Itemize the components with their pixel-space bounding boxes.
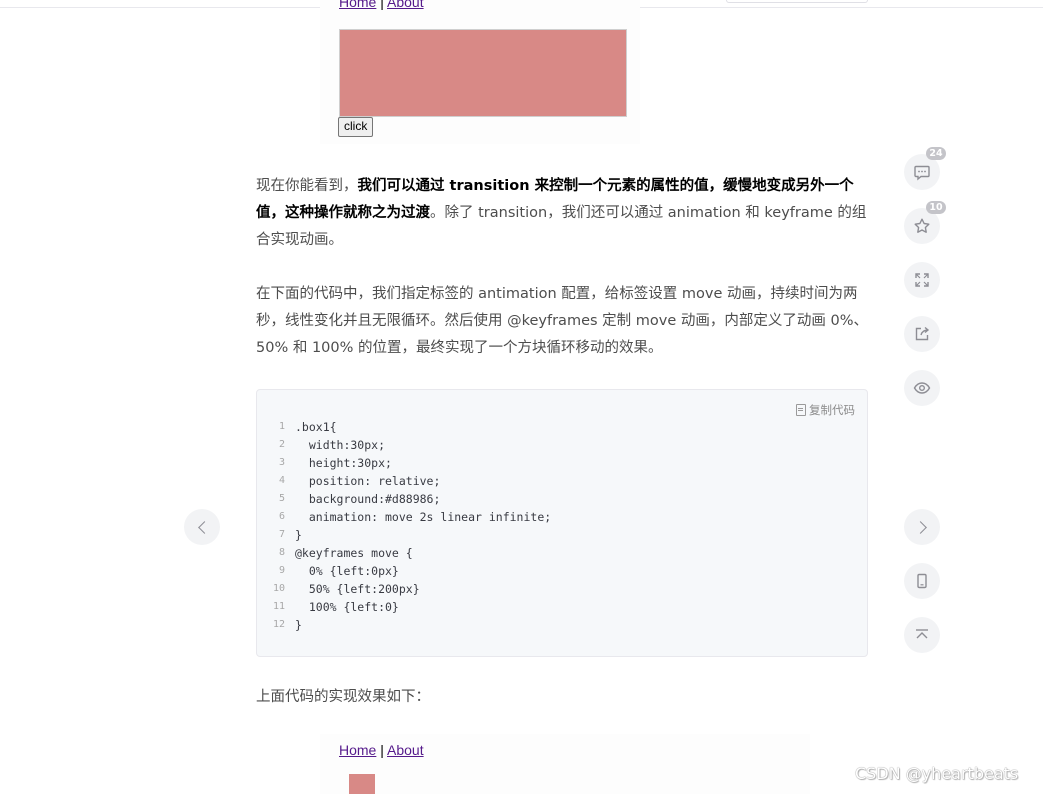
line-number: 5 xyxy=(278,493,285,504)
code-line: 5 background:#d88986; xyxy=(257,490,551,508)
mobile-icon xyxy=(917,573,927,589)
code-text: animation: move 2s linear infinite; xyxy=(295,510,552,524)
code-line: 3 height:30px; xyxy=(257,454,551,472)
code-text: height:30px; xyxy=(295,456,392,470)
article-paragraph-1: 现在你能看到，我们可以通过 transition 来控制一个元素的属性的值，缓慢… xyxy=(256,173,868,254)
demo-about-link[interactable]: About xyxy=(387,0,424,10)
code-line: 11 100% {left:0} xyxy=(257,598,551,616)
line-number: 2 xyxy=(278,439,285,450)
share-icon xyxy=(915,326,930,341)
reading-mode-button[interactable] xyxy=(904,370,940,406)
code-line: 6 animation: move 2s linear infinite; xyxy=(257,508,551,526)
code-text: 50% {left:200px} xyxy=(295,582,420,596)
code-lines: 1 .box1{2 width:30px; 3 height:30px; 4 posi… xyxy=(257,418,551,634)
code-line: 10 50% {left:200px} xyxy=(257,580,551,598)
line-number: 6 xyxy=(278,511,285,522)
demo-home-link[interactable]: Home xyxy=(339,0,376,10)
demo-animated-box xyxy=(339,29,627,117)
demo-nav-separator: | xyxy=(380,742,384,758)
back-to-top-button[interactable] xyxy=(904,617,940,653)
code-text: width:30px; xyxy=(295,438,386,452)
code-text: @keyframes move { xyxy=(295,546,413,560)
code-text: background:#d88986; xyxy=(295,492,441,506)
line-number: 11 xyxy=(272,601,285,612)
code-text: } xyxy=(295,528,302,542)
comment-icon xyxy=(914,165,930,181)
demo-nav-separator: | xyxy=(380,0,384,10)
line-number: 1 xyxy=(278,421,285,432)
code-text: } xyxy=(295,618,302,632)
code-line: 8 @keyframes move { xyxy=(257,544,551,562)
csdn-watermark: CSDN @yheartbeats xyxy=(855,764,1019,783)
star-icon xyxy=(914,218,930,233)
demo-nav: Home | About xyxy=(339,742,424,758)
copy-icon xyxy=(796,404,806,416)
favorite-count-badge: 10 xyxy=(926,201,946,214)
demo-about-link[interactable]: About xyxy=(387,742,424,758)
code-line: 9 0% {left:0px} xyxy=(257,562,551,580)
code-text: 100% {left:0} xyxy=(295,600,399,614)
next-arrow-button[interactable] xyxy=(904,509,940,545)
p1-lead: 现在你能看到， xyxy=(256,178,358,194)
favorite-button[interactable]: 10 xyxy=(904,201,946,244)
expand-icon xyxy=(915,273,929,287)
line-number: 3 xyxy=(278,457,285,468)
demo-screenshot-animation: Home | About xyxy=(320,734,810,794)
eye-icon xyxy=(913,382,931,394)
copy-code-button[interactable]: 复制代码 xyxy=(796,402,855,418)
line-number: 8 xyxy=(278,547,285,558)
comment-count-badge: 24 xyxy=(926,147,946,160)
share-button[interactable] xyxy=(904,316,940,352)
mobile-view-button[interactable] xyxy=(904,563,940,599)
fullscreen-button[interactable] xyxy=(904,262,940,298)
prev-arrow-button[interactable] xyxy=(184,509,220,545)
code-line: 12} xyxy=(257,616,551,634)
code-text: .box1{ xyxy=(295,420,337,434)
article-paragraph-2: 在下面的代码中，我们指定标签的 antimation 配置，给标签设置 move… xyxy=(256,286,868,356)
line-number: 4 xyxy=(278,475,285,486)
comment-button[interactable]: 24 xyxy=(904,147,946,190)
line-number: 9 xyxy=(278,565,285,576)
article-page: Home | About click 现在你能看到，我们可以通过 transit… xyxy=(0,0,1043,794)
code-text: position: relative; xyxy=(295,474,441,488)
copy-code-label: 复制代码 xyxy=(809,403,855,417)
chevron-left-icon xyxy=(197,520,211,534)
chevron-right-icon xyxy=(913,520,927,534)
code-text: 0% {left:0px} xyxy=(295,564,399,578)
top-search-edge xyxy=(726,0,868,3)
code-block: 复制代码 1 .box1{2 width:30px; 3 height:30px; 4… xyxy=(256,389,868,657)
article-paragraph-3: 上面代码的实现效果如下： xyxy=(256,689,430,705)
code-line: 2 width:30px; xyxy=(257,436,551,454)
demo-click-button[interactable]: click xyxy=(338,117,374,137)
back-to-top-icon xyxy=(916,629,928,639)
demo-moving-square xyxy=(349,774,375,794)
code-line: 7} xyxy=(257,526,551,544)
line-number: 12 xyxy=(272,619,285,630)
line-number: 10 xyxy=(272,583,285,594)
code-line: 4 position: relative; xyxy=(257,472,551,490)
line-number: 7 xyxy=(278,529,285,540)
demo-nav: Home | About xyxy=(339,0,424,10)
code-line: 1 .box1{ xyxy=(257,418,551,436)
demo-home-link[interactable]: Home xyxy=(339,742,376,758)
demo-screenshot-transition: Home | About click xyxy=(320,0,640,144)
